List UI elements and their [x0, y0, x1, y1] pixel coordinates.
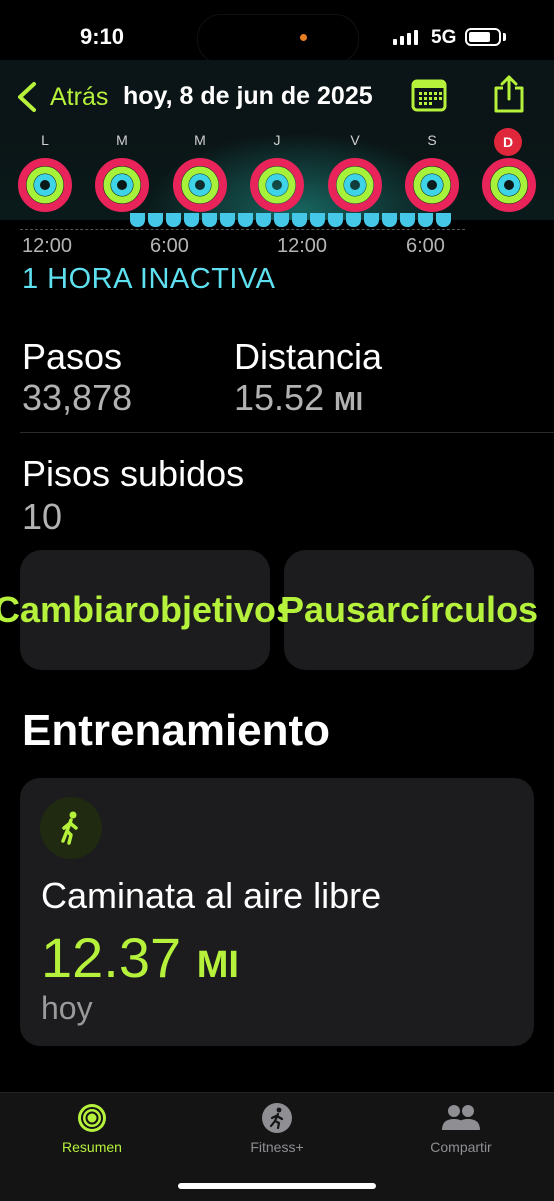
activity-rings-icon[interactable] [404, 157, 460, 213]
distance-number: 15.52 [234, 377, 325, 418]
day-letter-sat: S [427, 132, 437, 148]
battery-tip [503, 33, 506, 41]
steps-value: 33,878 [22, 377, 133, 418]
workout-name: Caminata al aire libre [41, 875, 382, 916]
distance-value: 15.52 MI [234, 377, 363, 419]
timeline-tick: 12:00 [277, 235, 328, 257]
share-people-icon[interactable] [440, 1102, 482, 1134]
tab-fitness-plus[interactable]: Fitness+ [217, 1139, 337, 1155]
activity-rings-icon[interactable] [172, 157, 228, 213]
dynamic-island [197, 14, 359, 64]
day-letter-mon: L [41, 132, 49, 148]
chevron-left-icon[interactable] [14, 80, 40, 114]
cellular-signal-icon [393, 30, 418, 45]
activity-rings-icon[interactable] [17, 157, 73, 213]
distance-unit: MI [334, 386, 363, 416]
day-letter-fri: V [350, 132, 360, 148]
workout-date: hoy [41, 990, 93, 1026]
activity-rings-icon-today[interactable] [481, 157, 537, 213]
workout-distance: 12.37 MI [41, 925, 239, 990]
floors-value: 10 [22, 496, 63, 537]
day-letter-wed: M [194, 132, 206, 148]
workout-distance-unit: MI [196, 944, 239, 986]
activity-rings-icon[interactable] [249, 157, 305, 213]
inactive-hours-label: 1 HORA INACTIVA [22, 263, 276, 295]
change-goals-button[interactable]: Cambiar objetivos [0, 550, 296, 670]
day-letter-tue: M [116, 132, 128, 148]
fitness-plus-icon[interactable] [261, 1102, 293, 1134]
page-title: hoy, 8 de jun de 2025 [123, 82, 373, 110]
status-time: 9:10 [80, 24, 125, 49]
back-button[interactable]: Atrás [50, 83, 108, 112]
tab-summary[interactable]: Resumen [32, 1139, 152, 1155]
day-letter-sun-today: D [494, 128, 522, 156]
home-indicator [178, 1183, 376, 1189]
divider [20, 432, 554, 433]
pause-rings-button[interactable]: Pausar círculos [280, 550, 538, 670]
share-icon[interactable] [492, 74, 526, 114]
timeline-tick: 12:00 [22, 235, 73, 257]
activity-rings-icon[interactable] [327, 157, 383, 213]
activity-rings-icon[interactable] [94, 157, 150, 213]
stand-hours-bars [130, 213, 451, 227]
privacy-indicator-dot [300, 34, 307, 41]
floors-label: Pisos subidos [22, 453, 245, 494]
day-letter-thu: J [273, 132, 281, 148]
walking-icon [40, 797, 102, 859]
timeline-axis [20, 229, 465, 231]
distance-label: Distancia [234, 336, 383, 377]
section-title: Entrenamiento [22, 706, 331, 755]
battery-icon [465, 28, 501, 46]
network-type: 5G [431, 27, 457, 48]
timeline-tick: 6:00 [406, 235, 445, 257]
workout-distance-number: 12.37 [41, 926, 182, 989]
timeline-tick: 6:00 [150, 235, 189, 257]
summary-rings-icon[interactable] [76, 1102, 108, 1134]
calendar-icon[interactable] [411, 78, 447, 112]
tab-share[interactable]: Compartir [401, 1139, 521, 1155]
steps-label: Pasos [22, 336, 123, 377]
